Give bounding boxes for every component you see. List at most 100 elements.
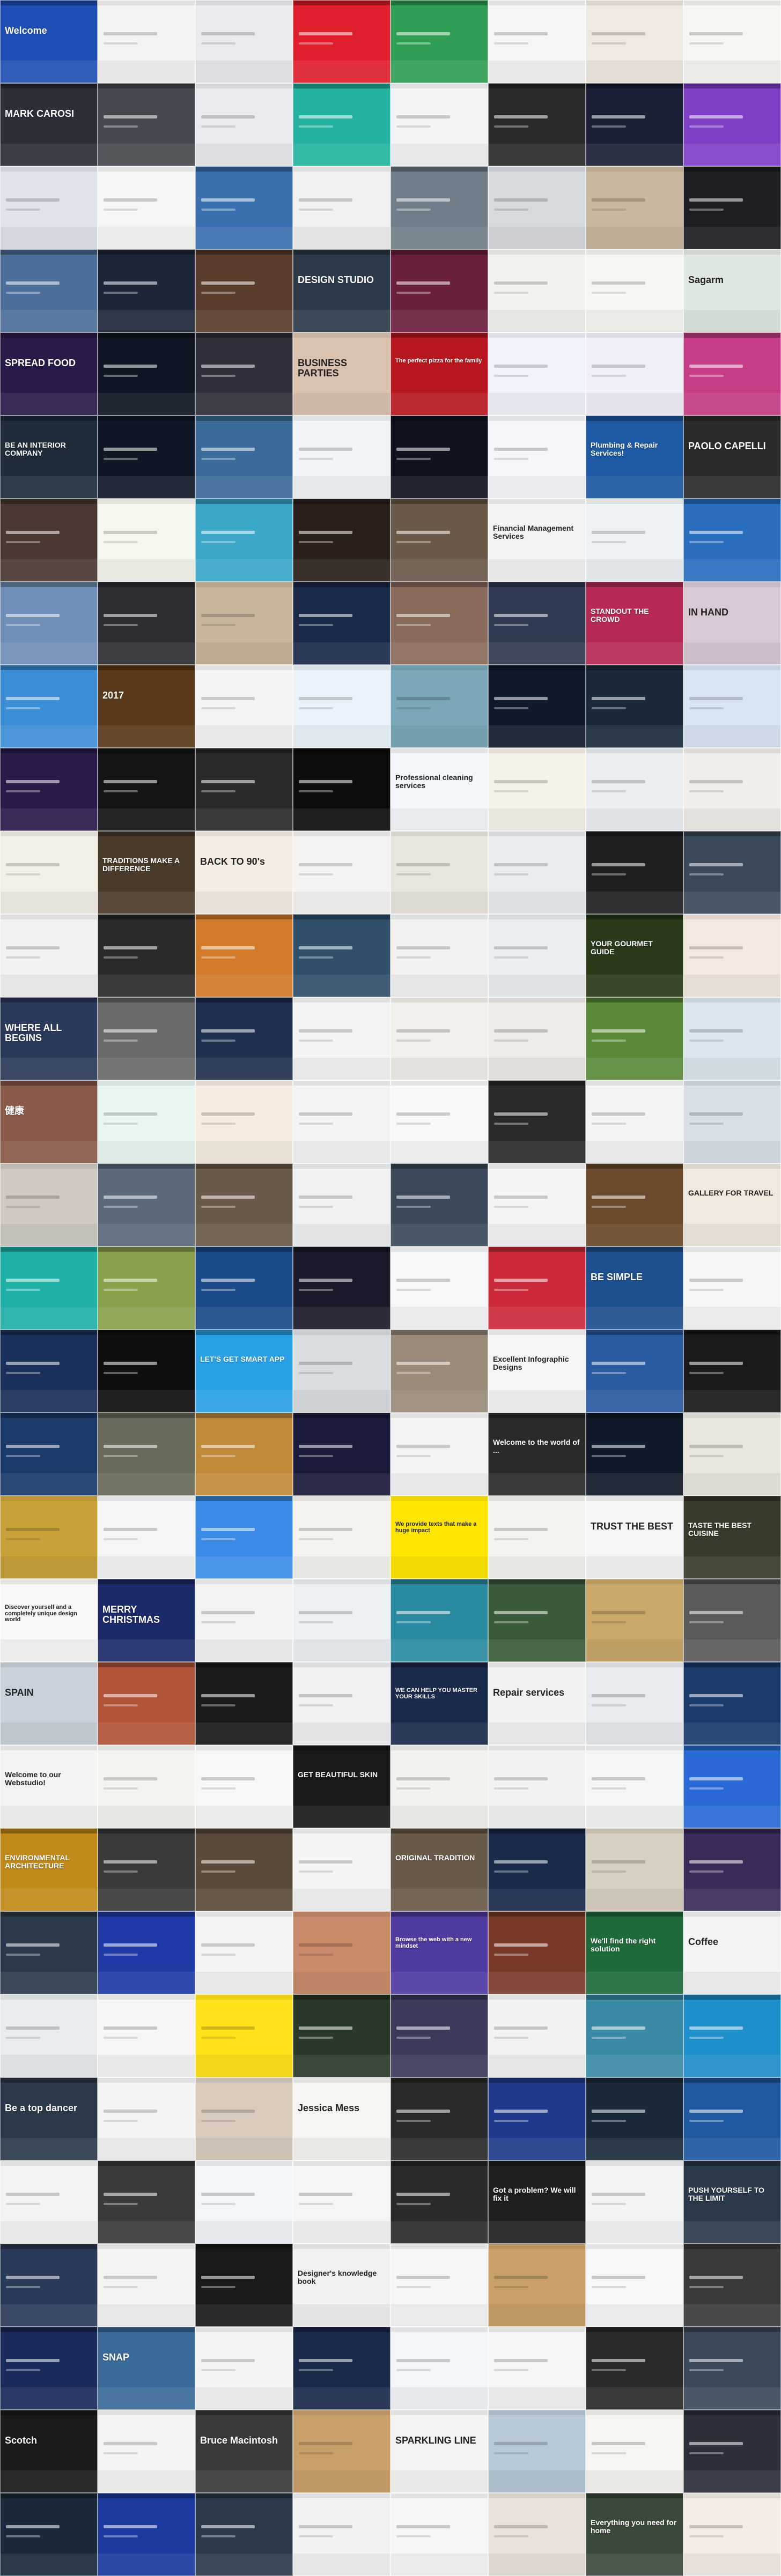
template-thumbnail[interactable] <box>488 415 586 499</box>
template-thumbnail[interactable] <box>683 1080 781 1163</box>
template-thumbnail[interactable] <box>683 499 781 582</box>
template-thumbnail[interactable] <box>98 166 195 249</box>
template-thumbnail[interactable] <box>683 0 781 83</box>
template-thumbnail[interactable]: Welcome to the world of ... <box>488 1413 586 1496</box>
template-thumbnail[interactable] <box>98 997 195 1080</box>
template-thumbnail[interactable] <box>98 499 195 582</box>
template-thumbnail[interactable] <box>586 831 683 914</box>
template-thumbnail[interactable] <box>586 332 683 415</box>
template-thumbnail[interactable] <box>586 1745 683 1828</box>
template-thumbnail[interactable] <box>683 1662 781 1745</box>
template-thumbnail[interactable] <box>488 1579 586 1662</box>
template-thumbnail[interactable] <box>0 2493 98 2576</box>
template-thumbnail[interactable] <box>98 415 195 499</box>
template-thumbnail[interactable] <box>293 83 390 166</box>
template-thumbnail[interactable] <box>195 1745 293 1828</box>
template-thumbnail[interactable] <box>390 1994 488 2077</box>
template-thumbnail[interactable] <box>195 914 293 997</box>
template-thumbnail[interactable] <box>195 2493 293 2576</box>
template-thumbnail[interactable] <box>98 1413 195 1496</box>
template-thumbnail[interactable] <box>390 2161 488 2244</box>
template-thumbnail[interactable] <box>586 1413 683 1496</box>
template-thumbnail[interactable] <box>195 1662 293 1745</box>
template-thumbnail[interactable] <box>390 582 488 665</box>
template-thumbnail[interactable] <box>98 1994 195 2077</box>
template-thumbnail[interactable] <box>98 332 195 415</box>
template-thumbnail[interactable]: Everything you need for home <box>586 2493 683 2576</box>
template-thumbnail[interactable] <box>488 249 586 332</box>
template-thumbnail[interactable] <box>293 2161 390 2244</box>
template-thumbnail[interactable]: We'll find the right solution <box>586 1911 683 1994</box>
template-thumbnail[interactable] <box>390 499 488 582</box>
template-thumbnail[interactable] <box>293 665 390 748</box>
template-thumbnail[interactable]: 健康 <box>0 1080 98 1163</box>
template-thumbnail[interactable] <box>0 582 98 665</box>
template-thumbnail[interactable] <box>488 748 586 831</box>
template-thumbnail[interactable]: Be a top dancer <box>0 2077 98 2161</box>
template-thumbnail[interactable] <box>488 166 586 249</box>
template-thumbnail[interactable] <box>488 2493 586 2576</box>
template-thumbnail[interactable] <box>98 1330 195 1413</box>
template-thumbnail[interactable] <box>98 1496 195 1579</box>
template-thumbnail[interactable] <box>0 1246 98 1330</box>
template-thumbnail[interactable] <box>0 914 98 997</box>
template-thumbnail[interactable] <box>683 1330 781 1413</box>
template-thumbnail[interactable] <box>98 0 195 83</box>
template-thumbnail[interactable]: LET'S GET SMART APP <box>195 1330 293 1413</box>
template-thumbnail[interactable] <box>0 831 98 914</box>
template-thumbnail[interactable]: BE AN INTERIOR COMPANY <box>0 415 98 499</box>
template-thumbnail[interactable] <box>98 748 195 831</box>
template-thumbnail[interactable] <box>488 1828 586 1911</box>
template-thumbnail[interactable] <box>488 1246 586 1330</box>
template-thumbnail[interactable] <box>390 2327 488 2410</box>
template-thumbnail[interactable] <box>488 582 586 665</box>
template-thumbnail[interactable]: Excellent Infographic Designs <box>488 1330 586 1413</box>
template-thumbnail[interactable] <box>683 1994 781 2077</box>
template-thumbnail[interactable] <box>293 166 390 249</box>
template-thumbnail[interactable] <box>586 2410 683 2493</box>
template-thumbnail[interactable] <box>586 2077 683 2161</box>
template-thumbnail[interactable] <box>390 1745 488 1828</box>
template-thumbnail[interactable] <box>293 1330 390 1413</box>
template-thumbnail[interactable] <box>488 332 586 415</box>
template-thumbnail[interactable] <box>683 2244 781 2327</box>
template-thumbnail[interactable] <box>0 1330 98 1413</box>
template-thumbnail[interactable] <box>0 665 98 748</box>
template-thumbnail[interactable] <box>98 1662 195 1745</box>
template-thumbnail[interactable] <box>683 831 781 914</box>
template-thumbnail[interactable]: WHERE ALL BEGINS <box>0 997 98 1080</box>
template-thumbnail[interactable] <box>195 0 293 83</box>
template-thumbnail[interactable] <box>98 249 195 332</box>
template-thumbnail[interactable] <box>683 1579 781 1662</box>
template-thumbnail[interactable] <box>683 665 781 748</box>
template-thumbnail[interactable] <box>586 499 683 582</box>
template-thumbnail[interactable] <box>98 1911 195 1994</box>
template-thumbnail[interactable] <box>195 748 293 831</box>
template-thumbnail[interactable] <box>98 1246 195 1330</box>
template-thumbnail[interactable] <box>683 83 781 166</box>
template-thumbnail[interactable] <box>586 2327 683 2410</box>
template-thumbnail[interactable] <box>98 2077 195 2161</box>
template-thumbnail[interactable] <box>683 166 781 249</box>
template-thumbnail[interactable] <box>195 1911 293 1994</box>
template-thumbnail[interactable] <box>586 2161 683 2244</box>
template-thumbnail[interactable]: Financial Management Services <box>488 499 586 582</box>
template-thumbnail[interactable]: We provide texts that make a huge impact <box>390 1496 488 1579</box>
template-thumbnail[interactable] <box>293 1828 390 1911</box>
template-thumbnail[interactable] <box>98 1828 195 1911</box>
template-thumbnail[interactable] <box>390 83 488 166</box>
template-thumbnail[interactable] <box>390 831 488 914</box>
template-thumbnail[interactable] <box>195 2244 293 2327</box>
template-thumbnail[interactable] <box>488 0 586 83</box>
template-thumbnail[interactable] <box>586 1579 683 1662</box>
template-thumbnail[interactable] <box>293 1662 390 1745</box>
template-thumbnail[interactable] <box>390 914 488 997</box>
template-thumbnail[interactable] <box>195 1246 293 1330</box>
template-thumbnail[interactable] <box>293 1994 390 2077</box>
template-thumbnail[interactable] <box>586 1662 683 1745</box>
template-thumbnail[interactable] <box>195 1496 293 1579</box>
template-thumbnail[interactable] <box>586 748 683 831</box>
template-thumbnail[interactable]: STANDOUT THE CROWD <box>586 582 683 665</box>
template-thumbnail[interactable] <box>488 831 586 914</box>
template-thumbnail[interactable]: BE SIMPLE <box>586 1246 683 1330</box>
